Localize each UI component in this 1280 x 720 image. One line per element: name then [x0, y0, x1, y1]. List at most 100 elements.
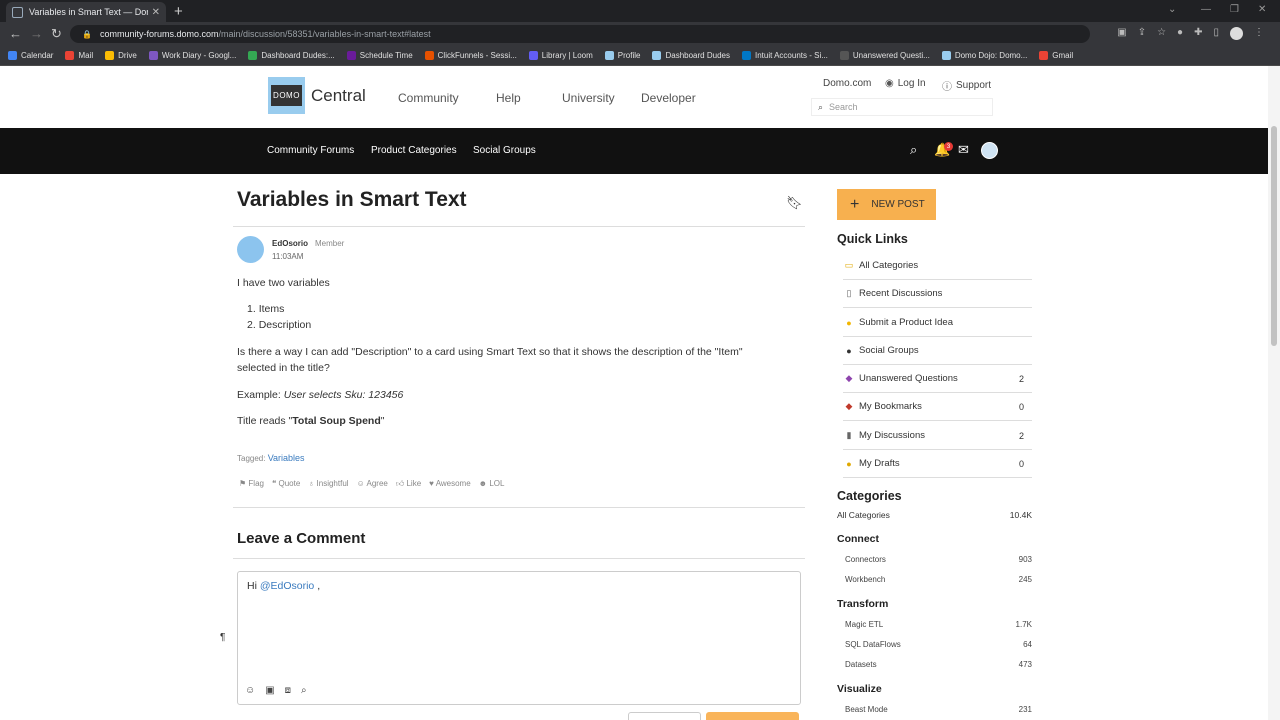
site-search-input[interactable]: ⌕ Search	[811, 98, 993, 116]
category-group-heading[interactable]: Connect	[837, 533, 879, 545]
catbar-community-forums[interactable]: Community Forums	[267, 145, 354, 156]
post-intro: I have two variables	[237, 277, 330, 289]
category-group-heading[interactable]: Transform	[837, 598, 888, 610]
draft-icon: ●	[846, 458, 852, 469]
embed-icon[interactable]: ⧈	[285, 685, 291, 696]
divider	[233, 507, 805, 508]
bookmark-icon[interactable]: 🔖︎	[786, 195, 803, 211]
bookmark-label: ClickFunnels - Sessi...	[437, 51, 517, 60]
awesome-button[interactable]: ♥ Awesome	[429, 479, 471, 489]
bookmark-item[interactable]: Intuit Accounts - Si...	[741, 51, 828, 60]
menu-icon[interactable]: ⋮	[1254, 27, 1264, 40]
post-time[interactable]: 11:03AM	[272, 252, 303, 261]
star-icon[interactable]: ☆	[1157, 27, 1166, 40]
search-icon[interactable]: ⌕	[910, 142, 917, 158]
comment-editor[interactable]: Hi @EdOsorio , ☺ ▣ ⧈ ⌕	[237, 571, 801, 705]
nav-university[interactable]: University	[562, 91, 615, 105]
domo-logo[interactable]: DOMO	[268, 77, 305, 114]
login-link[interactable]: ◉ Log In	[885, 78, 926, 89]
mention-link[interactable]: @EdOsorio	[260, 580, 314, 592]
bookmark-item[interactable]: Domo Dojo: Domo...	[941, 51, 1027, 60]
catbar-product-categories[interactable]: Product Categories	[371, 145, 457, 156]
quick-link-item[interactable]: ● Social Groups	[843, 337, 1032, 365]
flag-button[interactable]: ⚑ Flag	[239, 479, 264, 489]
bookmark-item[interactable]: Dashboard Dudes:...	[248, 51, 335, 60]
extension-icon[interactable]: ●	[1177, 27, 1183, 40]
agree-button[interactable]: ☺ Agree	[357, 479, 388, 489]
share-icon[interactable]: ⇪	[1138, 27, 1146, 40]
attachment-icon[interactable]: ⌕	[301, 685, 307, 696]
nav-help[interactable]: Help	[496, 91, 521, 105]
lol-button[interactable]: ☻ LOL	[479, 479, 505, 489]
url-field[interactable]: 🔒 community-forums.domo.com /main/discus…	[70, 25, 1090, 43]
category-item[interactable]: SQL DataFlows 64	[845, 640, 1032, 649]
category-item[interactable]: Workbench 245	[845, 575, 1032, 584]
image-icon[interactable]: ▣	[265, 685, 274, 696]
nav-community[interactable]: Community	[398, 91, 459, 105]
profile-avatar[interactable]	[1230, 27, 1243, 40]
post-comment-button[interactable]	[706, 712, 799, 720]
emoji-icon[interactable]: ☺	[245, 685, 255, 696]
chevron-down-icon[interactable]: ⌄	[1168, 4, 1176, 15]
bookmark-item[interactable]: Calendar	[8, 51, 53, 60]
page-scrollbar[interactable]	[1268, 66, 1280, 720]
comment-text[interactable]: Hi @EdOsorio ,	[247, 580, 320, 592]
quick-link-item[interactable]: ● My Drafts 0	[843, 450, 1032, 478]
reload-icon[interactable]: ↻	[51, 26, 62, 42]
bookmark-item[interactable]: Unanswered Questi...	[839, 51, 930, 60]
category-all[interactable]: All Categories 10.4K	[837, 510, 1032, 520]
bookmark-item[interactable]: Work Diary - Googl...	[148, 51, 236, 60]
quick-link-label: Submit a Product Idea	[859, 317, 953, 328]
category-group-heading[interactable]: Visualize	[837, 683, 882, 695]
forward-icon[interactable]: →	[30, 26, 43, 41]
sidepanel-icon[interactable]: ▯	[1213, 27, 1219, 40]
bookmark-item[interactable]: Profile	[604, 51, 640, 60]
close-tab-icon[interactable]: ✕	[152, 7, 160, 18]
catbar-social-groups[interactable]: Social Groups	[473, 145, 536, 156]
browser-tab[interactable]: Variables in Smart Text — Domo ✕	[6, 2, 166, 22]
like-button[interactable]: 👍︎ Like	[396, 479, 421, 489]
category-item[interactable]: Magic ETL 1.7K	[845, 620, 1032, 629]
bookmark-item[interactable]: ClickFunnels - Sessi...	[424, 51, 517, 60]
camera-off-icon[interactable]: ▣	[1117, 27, 1126, 40]
cancel-button[interactable]	[628, 712, 701, 720]
quick-links-heading: Quick Links	[837, 232, 908, 246]
quick-link-item[interactable]: ▭ All Categories	[843, 252, 1032, 280]
list-item: 2. Description	[247, 319, 312, 331]
new-post-button[interactable]: + NEW POST	[837, 189, 936, 220]
paragraph-icon[interactable]: ¶	[220, 632, 225, 643]
back-icon[interactable]: ←	[9, 26, 22, 41]
quick-link-item[interactable]: ▮ My Discussions 2	[843, 422, 1032, 450]
bookmark-item[interactable]: Schedule Time	[346, 51, 413, 60]
scrollbar-thumb[interactable]	[1271, 126, 1277, 346]
quick-link-item[interactable]: ▯ Recent Discussions	[843, 280, 1032, 308]
minimize-icon[interactable]: —	[1201, 4, 1211, 15]
author-name[interactable]: EdOsorio	[272, 239, 308, 248]
bookmark-item[interactable]: Dashboard Dudes	[652, 51, 730, 60]
category-item[interactable]: Connectors 903	[845, 555, 1032, 564]
close-window-icon[interactable]: ✕	[1258, 4, 1266, 15]
new-tab-button[interactable]: +	[174, 3, 183, 20]
bookmark-item[interactable]: Drive	[105, 51, 137, 60]
quote-button[interactable]: ❝ Quote	[272, 479, 300, 489]
category-item[interactable]: Beast Mode 231	[845, 705, 1032, 714]
category-item[interactable]: Datasets 473	[845, 660, 1032, 669]
bookmark-item[interactable]: Mail	[65, 51, 93, 60]
bookmark-item[interactable]: Gmail	[1039, 51, 1073, 60]
mail-icon[interactable]: ✉	[958, 142, 969, 158]
brand-title[interactable]: Central	[311, 86, 366, 106]
domo-com-link[interactable]: Domo.com	[823, 78, 871, 89]
bookmark-item[interactable]: Library | Loom	[528, 51, 593, 60]
puzzle-icon[interactable]: ✚	[1194, 27, 1202, 40]
author-avatar[interactable]	[237, 236, 264, 263]
maximize-icon[interactable]: ❐	[1230, 4, 1239, 15]
search-icon: ⌕	[818, 101, 824, 112]
quick-link-item[interactable]: ◆ Unanswered Questions 2	[843, 365, 1032, 393]
quick-link-item[interactable]: ◆ My Bookmarks 0	[843, 393, 1032, 421]
user-avatar[interactable]	[981, 142, 998, 159]
quick-link-item[interactable]: ● Submit a Product Idea	[843, 309, 1032, 337]
insightful-button[interactable]: ♁ Insightful	[308, 479, 348, 489]
nav-developer[interactable]: Developer	[641, 91, 696, 105]
tag-variables-link[interactable]: Variables	[268, 453, 305, 463]
support-link[interactable]: ⓘ Support	[942, 78, 991, 93]
